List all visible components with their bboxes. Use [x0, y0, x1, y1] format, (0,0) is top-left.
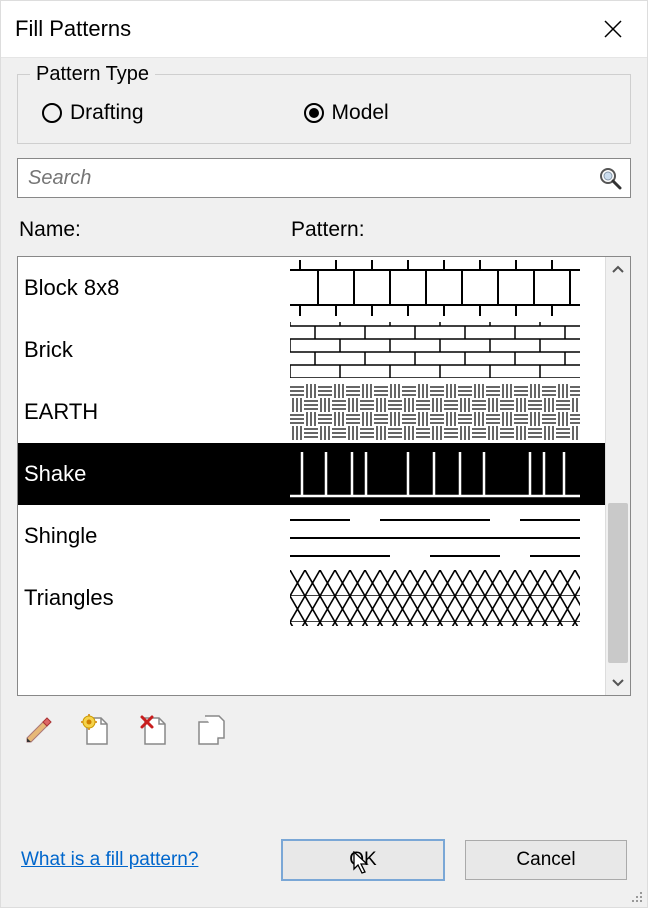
ok-button[interactable]: OK [281, 839, 445, 881]
radio-drafting[interactable]: Drafting [42, 101, 144, 125]
radio-model-label: Model [332, 101, 389, 125]
list-item[interactable]: Shingle [18, 505, 605, 567]
pattern-swatch-shake [290, 446, 605, 502]
new-page-icon [79, 714, 113, 748]
edit-button[interactable] [19, 712, 57, 750]
cancel-button[interactable]: Cancel [465, 840, 627, 880]
pattern-swatch-triangles [290, 570, 605, 626]
scrollbar[interactable] [605, 257, 630, 695]
search-box [17, 158, 631, 198]
ok-button-label: OK [349, 849, 376, 871]
title-bar: Fill Patterns [1, 1, 647, 58]
pattern-type-legend: Pattern Type [30, 63, 155, 86]
scroll-up-icon[interactable] [606, 257, 630, 283]
column-name: Name: [19, 218, 291, 242]
resize-grip-icon[interactable] [630, 890, 644, 904]
column-pattern: Pattern: [291, 218, 629, 242]
search-button[interactable] [590, 159, 630, 197]
pattern-toolbar [17, 710, 631, 750]
delete-button[interactable] [135, 712, 173, 750]
dialog-body: Pattern Type Drafting Model [1, 58, 647, 907]
search-input[interactable] [18, 159, 590, 197]
scroll-track[interactable] [606, 283, 630, 669]
dialog-footer: What is a fill pattern? OK Cancel [17, 837, 631, 891]
scroll-down-icon[interactable] [606, 669, 630, 695]
list-item-label: Brick [18, 337, 290, 363]
fill-patterns-dialog: Fill Patterns Pattern Type Drafting Mode… [0, 0, 648, 908]
list-item[interactable]: Brick [18, 319, 605, 381]
dialog-title: Fill Patterns [15, 16, 593, 42]
pattern-swatch-earth [290, 384, 605, 440]
list-item-label: Shake [18, 461, 290, 487]
pencil-icon [21, 714, 55, 748]
radio-icon [304, 103, 324, 123]
pattern-list[interactable]: Block 8x8 [18, 257, 605, 695]
cancel-button-label: Cancel [516, 849, 575, 871]
delete-page-icon [137, 714, 171, 748]
help-link[interactable]: What is a fill pattern? [21, 849, 261, 871]
pattern-type-group: Pattern Type Drafting Model [17, 74, 631, 144]
pattern-swatch-shingle [290, 508, 605, 564]
list-item[interactable]: EARTH [18, 381, 605, 443]
close-button[interactable] [593, 9, 633, 49]
pattern-swatch-block8x8 [290, 260, 605, 316]
list-item-label: Block 8x8 [18, 275, 290, 301]
pattern-list-container: Block 8x8 [17, 256, 631, 696]
radio-icon [42, 103, 62, 123]
close-icon [604, 20, 622, 38]
list-item[interactable]: Block 8x8 [18, 257, 605, 319]
list-empty-area [18, 629, 605, 689]
duplicate-page-icon [195, 714, 229, 748]
list-item[interactable]: Triangles [18, 567, 605, 629]
column-headers: Name: Pattern: [17, 212, 631, 242]
radio-drafting-label: Drafting [70, 101, 144, 125]
duplicate-button[interactable] [193, 712, 231, 750]
list-item-label: EARTH [18, 399, 290, 425]
radio-model[interactable]: Model [304, 101, 389, 125]
new-button[interactable] [77, 712, 115, 750]
list-item-label: Triangles [18, 585, 290, 611]
list-item[interactable]: Shake [18, 443, 605, 505]
pattern-swatch-brick [290, 322, 605, 378]
list-item-label: Shingle [18, 523, 290, 549]
search-icon [598, 166, 622, 190]
scroll-thumb[interactable] [608, 503, 628, 663]
